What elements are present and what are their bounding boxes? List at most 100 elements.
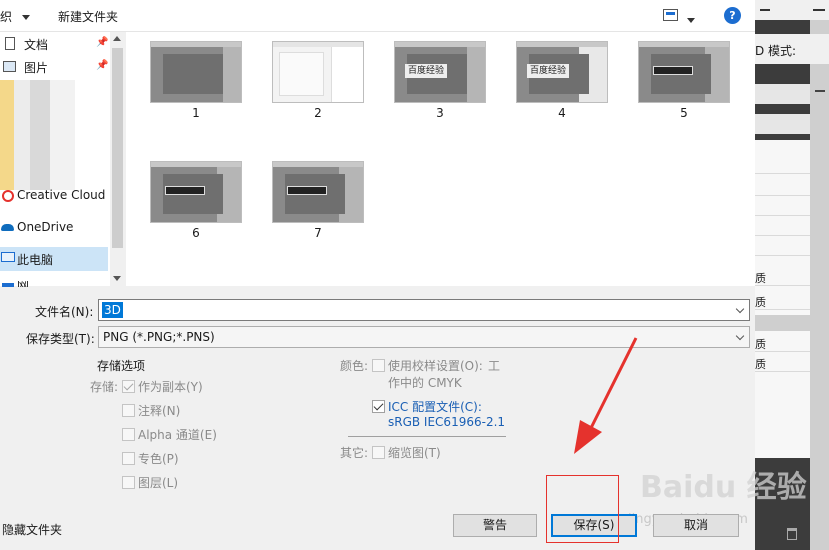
- thumbnail-caption: 百度经验: [527, 64, 569, 78]
- file-item[interactable]: 百度经验 3: [394, 41, 486, 120]
- view-options-icon[interactable]: [663, 9, 678, 21]
- document-icon: [5, 37, 15, 50]
- scroll-down-icon[interactable]: [113, 276, 121, 281]
- file-name: 2: [314, 106, 322, 120]
- file-item[interactable]: 2: [272, 41, 364, 120]
- cancel-button[interactable]: 取消: [653, 514, 739, 537]
- chevron-down-icon: [687, 18, 695, 23]
- filename-input[interactable]: 3D: [98, 299, 750, 321]
- annotation-highlight-box: [546, 475, 619, 543]
- background-app-scrollbar: [810, 0, 829, 550]
- file-name: 5: [680, 106, 688, 120]
- background-app-selected-row: [755, 315, 810, 331]
- notes-label: 注释(N): [138, 404, 181, 418]
- proof-label-line2: 作中的 CMYK: [388, 376, 462, 390]
- icc-label-line1: ICC 配置文件(C):: [388, 400, 482, 414]
- spot-checkbox[interactable]: [122, 452, 135, 465]
- file-item[interactable]: 百度经验 4: [516, 41, 608, 120]
- nav-item-label: 文档: [24, 38, 49, 52]
- row-label: 质: [755, 296, 766, 309]
- background-app-list-row: [755, 200, 810, 216]
- filetype-label: 保存类型(T):: [26, 332, 95, 346]
- nav-item-label: 图片: [24, 61, 49, 75]
- pin-icon[interactable]: 📌: [96, 37, 108, 48]
- proof-label-line1: 使用校样设置(O):: [388, 359, 483, 373]
- file-thumbnail: [272, 161, 364, 223]
- filename-label: 文件名(N):: [35, 305, 94, 319]
- background-app-list-row: [755, 220, 810, 236]
- file-thumbnail: 百度经验: [516, 41, 608, 103]
- nav-item-creative-cloud[interactable]: Creative Cloud F: [0, 185, 110, 207]
- view-dropdown[interactable]: [687, 13, 695, 27]
- background-app-list-row: [755, 158, 810, 174]
- proof-label-line1b: 工: [488, 359, 501, 373]
- nav-item-documents[interactable]: 文档 📌: [0, 33, 110, 55]
- nav-item-label: OneDrive: [17, 220, 74, 234]
- background-app-list-row: 质: [755, 270, 810, 286]
- annotation-arrow: [574, 337, 638, 454]
- proof-checkbox[interactable]: [372, 359, 385, 372]
- alpha-checkbox[interactable]: [122, 428, 135, 441]
- background-app-row: [755, 84, 825, 104]
- file-item[interactable]: 7: [272, 161, 364, 240]
- onedrive-icon: [1, 224, 14, 231]
- hide-folders-toggle[interactable]: 隐藏文件夹: [2, 521, 62, 538]
- background-app-mode-bar: D 模式:: [755, 34, 829, 64]
- file-thumbnail: 百度经验: [394, 41, 486, 103]
- filetype-value: PNG (*.PNG;*.PNS): [103, 330, 215, 344]
- file-name: 4: [558, 106, 566, 120]
- as-copy-label: 作为副本(Y): [138, 380, 203, 394]
- background-app-close-area: [810, 0, 829, 20]
- nav-item-onedrive[interactable]: OneDrive: [0, 217, 110, 239]
- alpha-label: Alpha 通道(E): [138, 428, 217, 442]
- layers-label: 图层(L): [138, 476, 179, 490]
- notes-checkbox[interactable]: [122, 404, 135, 417]
- nav-item-this-pc[interactable]: 此电脑: [0, 248, 110, 270]
- nav-scrollbar-thumb[interactable]: [112, 48, 123, 248]
- row-label: 质: [755, 272, 766, 285]
- layers-checkbox[interactable]: [122, 476, 135, 489]
- file-thumbnail: [272, 41, 364, 103]
- nav-item-label: Creative Cloud F: [17, 188, 110, 202]
- pin-icon[interactable]: 📌: [96, 60, 108, 71]
- background-app-row: [755, 114, 810, 134]
- icc-checkbox[interactable]: [372, 400, 385, 413]
- file-name: 6: [192, 226, 200, 240]
- chevron-down-icon[interactable]: [735, 304, 745, 314]
- dash-icon: [813, 9, 825, 11]
- thumbnail-checkbox[interactable]: [372, 446, 385, 459]
- file-item[interactable]: 5: [638, 41, 730, 120]
- file-item[interactable]: 6: [150, 161, 242, 240]
- help-button[interactable]: ?: [724, 7, 741, 24]
- nav-item-network[interactable]: 网: [0, 279, 110, 287]
- menu-icon: [815, 90, 825, 92]
- thumbnail-caption: 百度经验: [405, 64, 447, 78]
- file-item[interactable]: 1: [150, 41, 242, 120]
- spot-label: 专色(P): [138, 452, 179, 466]
- as-copy-checkbox[interactable]: [122, 380, 135, 393]
- minimize-icon[interactable]: [760, 9, 770, 11]
- background-app-list-row: 质: [755, 356, 810, 372]
- scroll-up-icon[interactable]: [113, 36, 121, 41]
- background-app-header: [755, 0, 810, 20]
- options-heading: 存储选项: [97, 359, 146, 373]
- filetype-select[interactable]: PNG (*.PNG;*.PNS): [98, 326, 750, 348]
- network-icon: [2, 283, 14, 287]
- nav-item-label: 网: [17, 281, 29, 287]
- nav-item-pictures[interactable]: 图片 📌: [0, 56, 110, 78]
- nav-item-label: 此电脑: [17, 253, 54, 267]
- color-label: 颜色:: [340, 359, 369, 373]
- background-app-list-row: [755, 240, 810, 256]
- chevron-down-icon: [735, 331, 745, 341]
- row-label: 质: [755, 358, 766, 371]
- trash-icon[interactable]: [787, 528, 797, 540]
- save-label: 存储:: [90, 380, 119, 394]
- organize-label: 织: [0, 10, 13, 24]
- file-thumbnail: [150, 41, 242, 103]
- chevron-down-icon: [21, 15, 30, 20]
- file-thumbnail: [638, 41, 730, 103]
- organize-menu[interactable]: 织: [0, 8, 30, 25]
- background-app-list-row: [755, 180, 810, 196]
- new-folder-button[interactable]: 新建文件夹: [58, 8, 118, 25]
- warning-button[interactable]: 警告: [453, 514, 537, 537]
